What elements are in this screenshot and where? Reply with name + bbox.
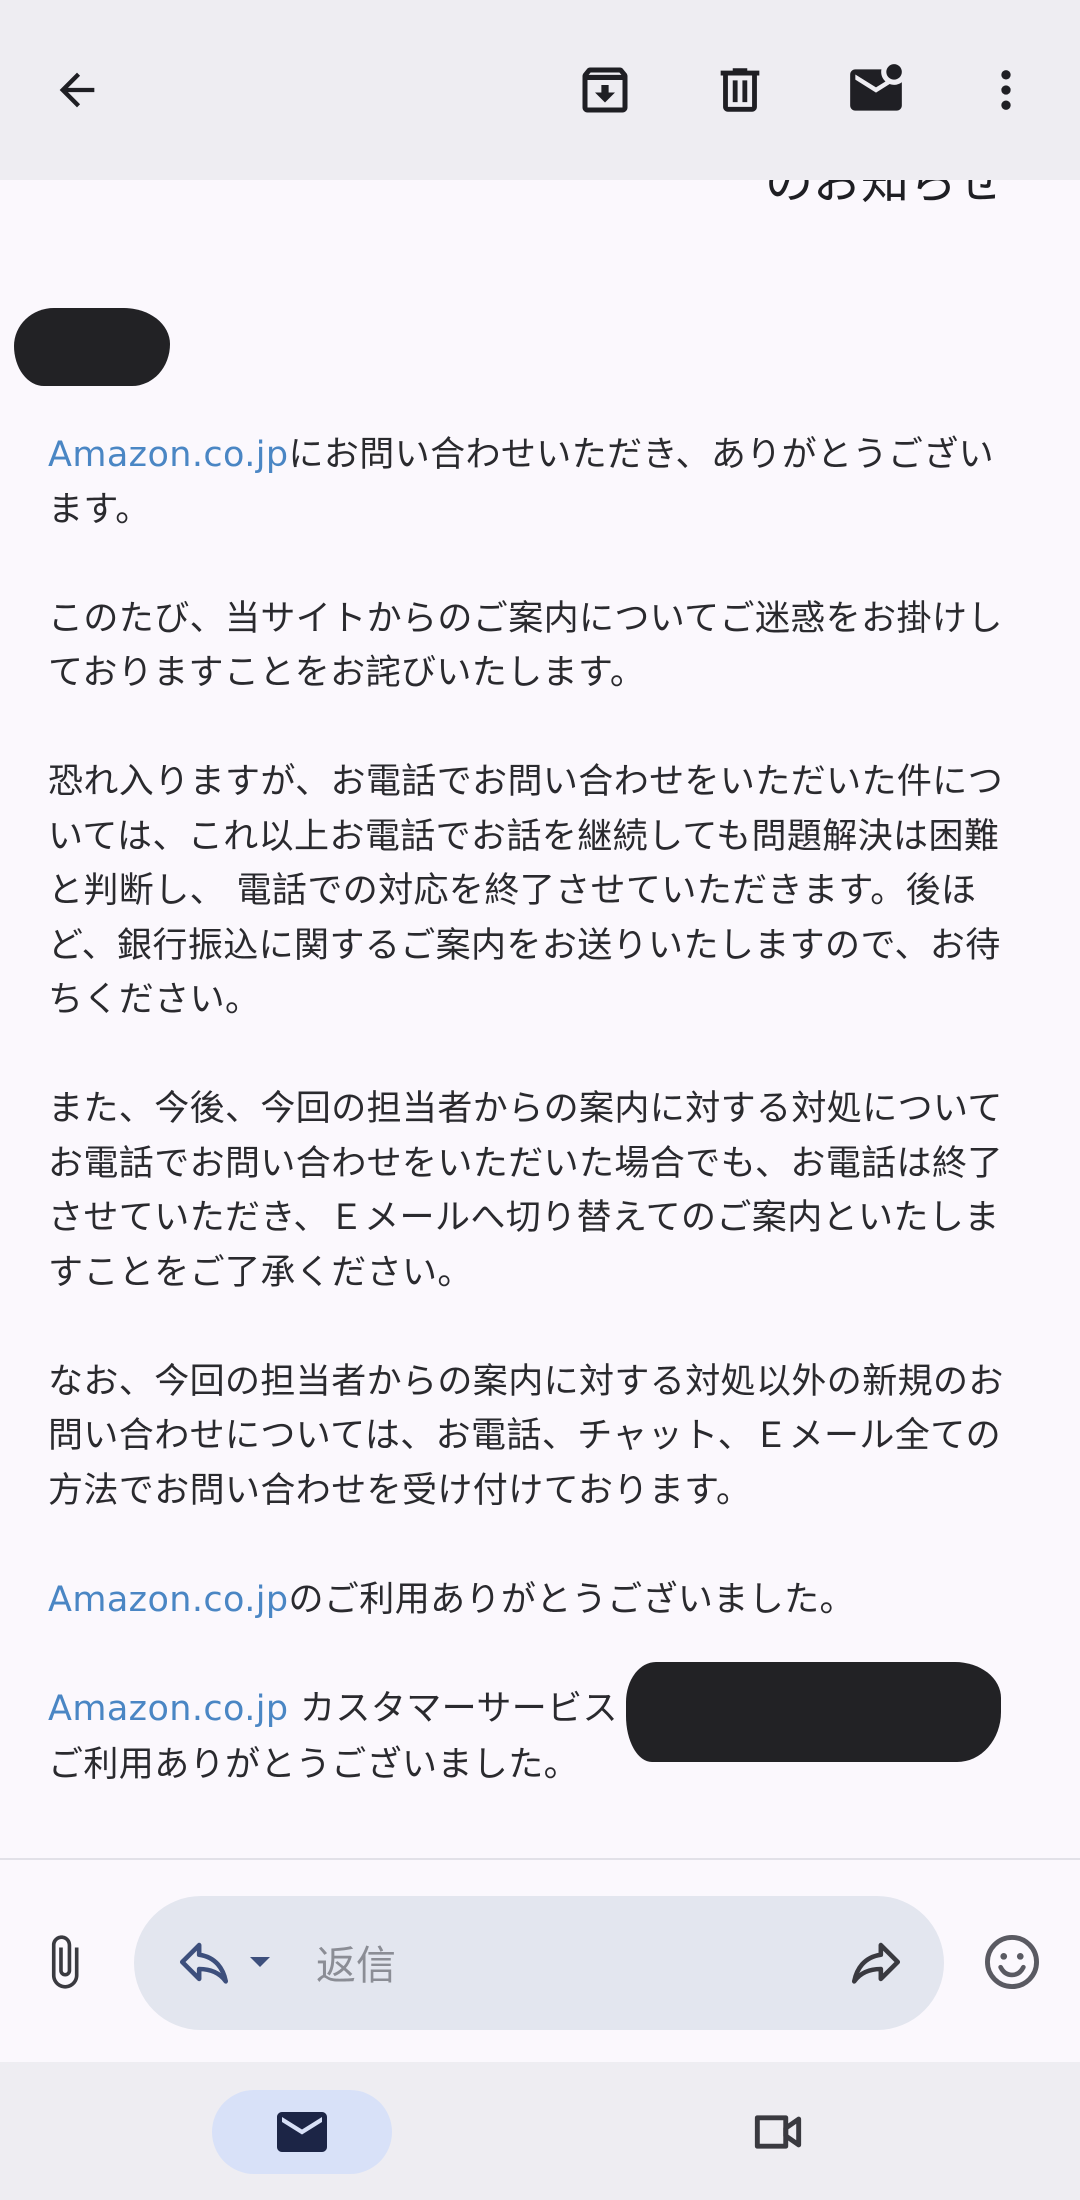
mail-icon (277, 2112, 327, 2152)
mark-unread-button[interactable] (834, 48, 918, 132)
reply-bar: 返信 (0, 1860, 1080, 2062)
archive-button[interactable] (563, 48, 647, 132)
email-body: のお知らせ Amazon.co.jpにお問い合わせいただき、ありがとうございます… (0, 180, 1080, 1860)
back-arrow-icon (59, 72, 95, 108)
amazon-link[interactable]: Amazon.co.jp (48, 1689, 289, 1729)
paragraph-phone-end: 恐れ入りますが、お電話でお問い合わせをいただいた件については、これ以上お電話でお… (48, 762, 1004, 1020)
email-subject-fragment: のお知らせ (764, 180, 1004, 210)
delete-icon (720, 68, 760, 112)
forward-button[interactable] (834, 1920, 918, 2004)
signature-department: カスタマーサービス (288, 1688, 618, 1729)
signature: Amazon.co.jp カスタマーサービスご利用ありがとうございました。 (48, 1661, 1008, 1793)
paragraph-apology: このたび、当サイトからのご案内についてご迷惑をお掛けしておりますことをお詫びいた… (48, 598, 1003, 694)
reply-options-chevron-icon (250, 1957, 270, 1967)
paragraph-new-inquiries: なお、今回の担当者からの案内に対する対処以外の新規のお問い合わせについては、お電… (48, 1361, 1004, 1511)
reply-placeholder: 返信 (316, 1943, 396, 1989)
nav-mail-tab[interactable] (212, 2090, 392, 2174)
attach-icon (51, 1935, 79, 1989)
amazon-link[interactable]: Amazon.co.jp (48, 1580, 289, 1620)
emoji-icon (985, 1935, 1039, 1989)
paragraph-email-switch: また、今後、今回の担当者からの案内に対する対処についてお電話でお問い合わせをいた… (48, 1089, 1003, 1293)
nav-meet-tab[interactable] (736, 2090, 820, 2174)
reply-icon (179, 1942, 229, 1984)
redacted-signature (625, 1661, 1001, 1762)
emoji-button[interactable] (970, 1920, 1054, 2004)
email-body-text: Amazon.co.jpにお問い合わせいただき、ありがとうございます。 このたび… (48, 428, 1008, 1847)
more-vert-icon (1001, 70, 1011, 110)
bottom-navigation (0, 2062, 1080, 2200)
meet-video-icon (754, 2115, 802, 2149)
delete-button[interactable] (698, 48, 782, 132)
reply-options-button[interactable] (230, 1920, 290, 2004)
signature-closing: ご利用ありがとうございました。 (48, 1744, 580, 1785)
paragraph-thanks: Amazon.co.jpにお問い合わせいただき、ありがとうございます。 (48, 428, 1008, 537)
archive-icon (582, 67, 628, 113)
paragraph-text: のご利用ありがとうございました。 (288, 1579, 855, 1620)
attach-button[interactable] (22, 1920, 106, 2004)
amazon-link[interactable]: Amazon.co.jp (48, 435, 289, 475)
top-app-bar (0, 0, 1080, 180)
redacted-recipient-name (14, 308, 170, 386)
more-options-button[interactable] (964, 48, 1048, 132)
mark-unread-icon (850, 64, 902, 111)
forward-icon (851, 1942, 901, 1984)
back-button[interactable] (35, 48, 119, 132)
paragraph-closing-thanks: Amazon.co.jpのご利用ありがとうございました。 (48, 1573, 1008, 1628)
